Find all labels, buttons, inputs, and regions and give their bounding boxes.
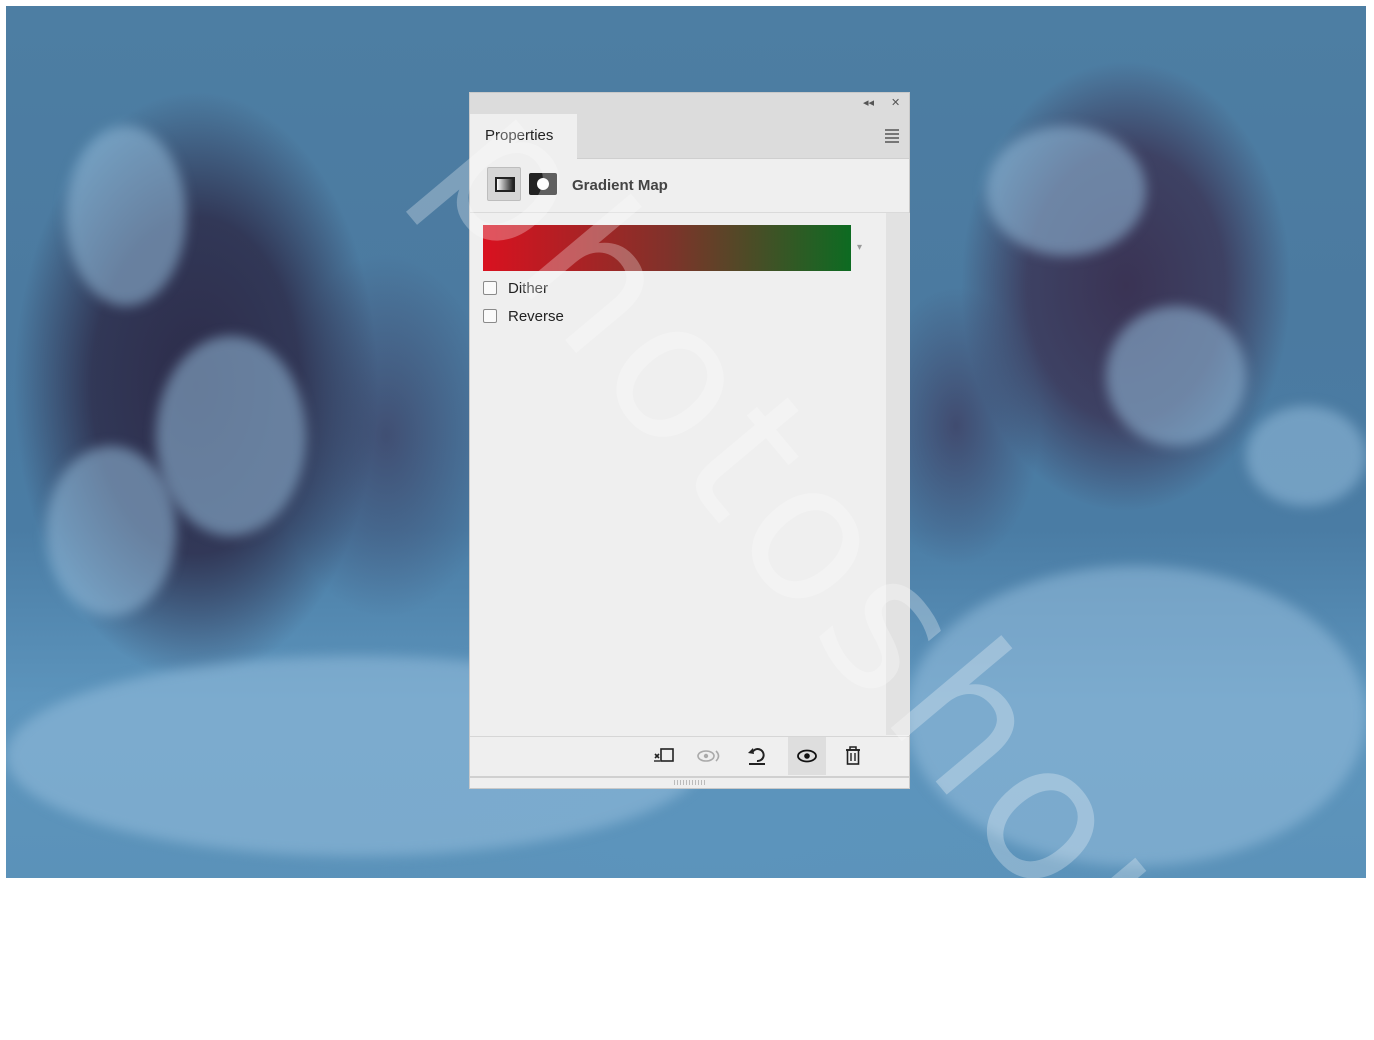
adjustment-title: Gradient Map — [572, 177, 668, 194]
reset-button[interactable] — [738, 737, 776, 775]
trash-icon — [846, 746, 860, 765]
snow-ground — [906, 566, 1366, 866]
tab-properties[interactable]: Properties — [470, 114, 577, 159]
snow-patch — [66, 126, 186, 306]
gradient-dropdown-button[interactable]: ▾ — [851, 225, 873, 271]
gradient-preview-bar[interactable] — [483, 225, 851, 271]
clip-to-layer-icon — [654, 748, 674, 762]
panel-resize-grip[interactable] — [470, 776, 909, 790]
snow-patch — [986, 126, 1146, 256]
view-previous-state-button[interactable] — [690, 737, 728, 775]
reverse-checkbox[interactable] — [483, 309, 497, 323]
adjustment-header: Gradient Map — [470, 159, 909, 213]
panel-footer-toolbar — [470, 736, 909, 777]
view-previous-state-icon — [697, 750, 720, 762]
delete-layer-button[interactable] — [834, 737, 872, 775]
properties-panel: ◂◂ ✕ Properties Gradient Map ▾ Dither Re… — [469, 92, 910, 789]
reverse-label: Reverse — [508, 308, 564, 325]
chevron-down-icon: ▾ — [857, 242, 863, 253]
layer-mask-icon[interactable] — [529, 173, 557, 195]
reset-icon — [748, 748, 765, 765]
clip-to-layer-button[interactable] — [644, 737, 682, 775]
dither-checkbox[interactable] — [483, 281, 497, 295]
collapse-panel-icon[interactable]: ◂◂ — [863, 96, 874, 110]
eye-icon — [797, 749, 817, 763]
snow-patch — [46, 446, 176, 616]
snow-patch — [156, 336, 306, 536]
gradient-map-adjustment-icon[interactable] — [487, 167, 521, 201]
snow-patch — [1246, 406, 1366, 506]
panel-title-bar[interactable]: ◂◂ ✕ — [470, 93, 909, 114]
snow-patch — [1106, 306, 1246, 446]
dither-label: Dither — [508, 280, 549, 297]
close-panel-icon[interactable]: ✕ — [891, 96, 900, 110]
toggle-visibility-button[interactable] — [788, 737, 826, 775]
panel-scrollbar[interactable] — [886, 213, 910, 735]
panel-menu-icon[interactable] — [885, 129, 899, 145]
panel-tab-row: Properties — [470, 114, 909, 159]
